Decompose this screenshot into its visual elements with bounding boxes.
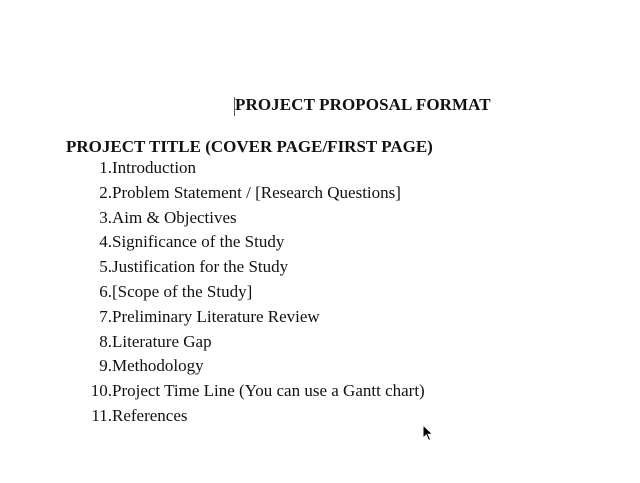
outline-list: 1. Introduction 2. Problem Statement / [Re…: [84, 157, 425, 430]
list-item-text: Justification for the Study: [112, 257, 289, 277]
list-item-text: Literature Gap: [112, 331, 212, 351]
list-item-number: 9.: [99, 356, 112, 376]
list-item-number: 3.: [99, 207, 112, 227]
list-item[interactable]: 4. Significance of the Study: [84, 231, 284, 256]
list-item[interactable]: 7. Preliminary Literature Review: [84, 306, 319, 331]
list-item[interactable]: 10. Project Time Line (You can use a Gant…: [84, 380, 425, 405]
list-item[interactable]: 8. Literature Gap: [84, 331, 211, 356]
list-item-text: References: [112, 405, 188, 425]
list-item-text: Introduction: [112, 158, 197, 177]
list-item-number: 10.: [90, 381, 112, 401]
list-item-text: Preliminary Literature Review: [112, 306, 320, 326]
list-item[interactable]: 6. [Scope of the Study]: [84, 281, 252, 306]
list-item-number: 4.: [99, 232, 112, 252]
list-item[interactable]: 2. Problem Statement / [Research Question…: [84, 182, 401, 207]
list-item-number: 7.: [99, 306, 112, 326]
list-item-text: Project Time Line (You can use a Gantt c…: [112, 381, 425, 401]
list-item-text: Methodology: [112, 356, 204, 376]
list-item[interactable]: 3. Aim & Objectives: [84, 207, 236, 232]
list-item-number: 11.: [91, 405, 112, 425]
list-item-number: 6.: [99, 281, 112, 301]
list-item-number: 2.: [99, 182, 112, 202]
section-title[interactable]: PROJECT TITLE (COVER PAGE/FIRST PAGE): [66, 137, 433, 157]
mouse-pointer-icon: [422, 424, 434, 442]
list-item[interactable]: 5. Justification for the Study: [84, 256, 288, 281]
list-item[interactable]: 9. Methodology: [84, 355, 203, 380]
list-item-number: 5.: [99, 257, 112, 277]
list-item-text: Significance of the Study: [112, 232, 285, 252]
list-item-text: [Scope of the Study]: [112, 281, 253, 301]
document-title[interactable]: PROJECT PROPOSAL FORMAT: [235, 95, 491, 115]
list-item[interactable]: 1. Introduction: [84, 157, 196, 182]
list-item-text: Problem Statement / [Research Questions]: [112, 182, 401, 202]
list-item-text: Aim & Objectives: [112, 207, 237, 227]
list-item-number: 1.: [99, 158, 112, 177]
document-page: PROJECT PROPOSAL FORMAT PROJECT TITLE (C…: [0, 0, 640, 483]
list-item-number: 8.: [99, 331, 112, 351]
list-item[interactable]: 11. References: [84, 405, 187, 430]
